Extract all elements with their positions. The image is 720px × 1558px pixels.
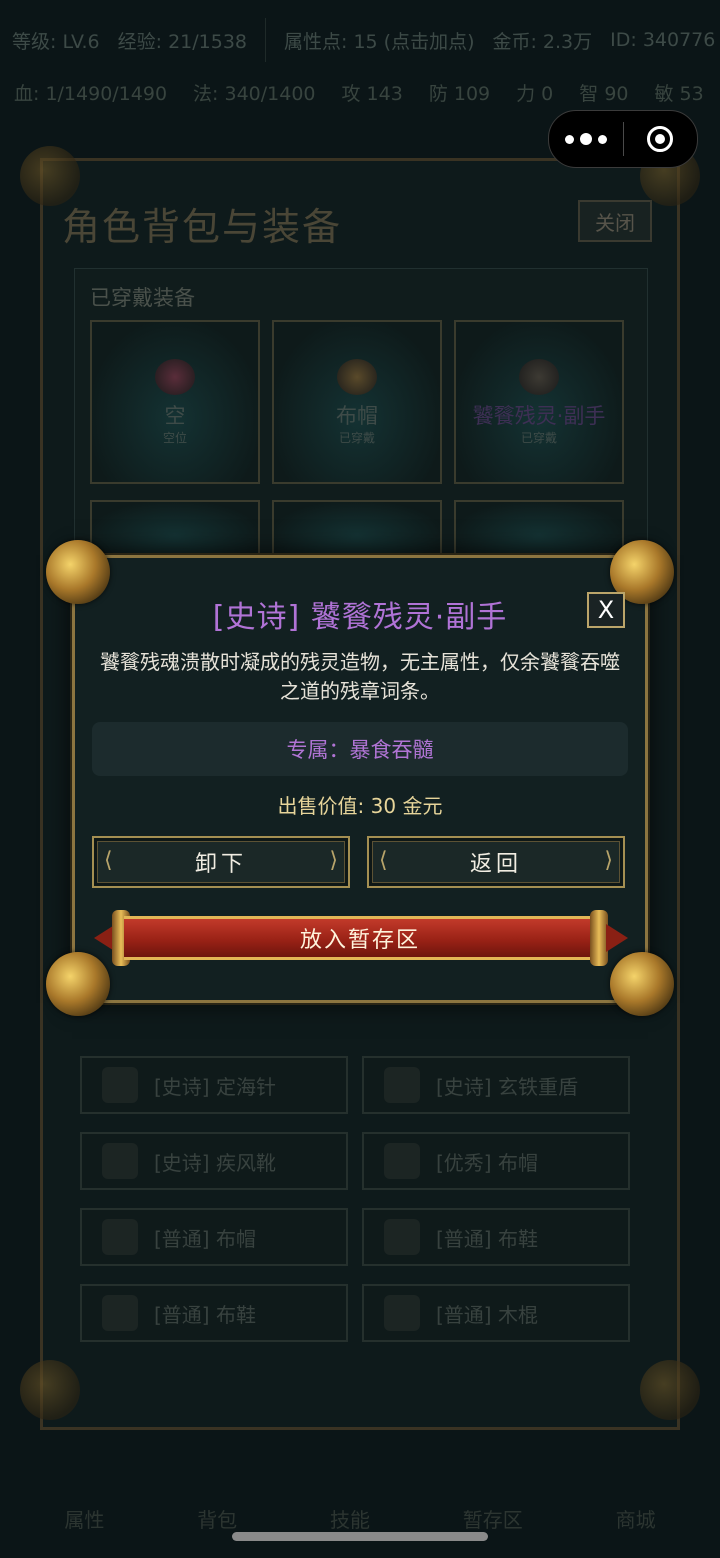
bracket-right-icon: ⟩ [329,848,338,873]
hat-icon [384,1143,420,1179]
inventory-item[interactable]: [普通] 布鞋 [80,1284,348,1342]
inventory-item[interactable]: [普通] 布帽 [80,1208,348,1266]
modal-close-button[interactable]: X [587,592,625,628]
hat-icon [102,1219,138,1255]
equip-slot[interactable] [90,500,260,560]
ornament-corner-icon [20,1360,80,1420]
inventory-item[interactable]: [优秀] 布帽 [362,1132,630,1190]
scroll-tip-icon [606,924,628,952]
boots-icon [102,1143,138,1179]
home-indicator[interactable] [232,1532,488,1541]
item-label: [普通] 布鞋 [154,1302,256,1327]
miniprogram-capsule [548,110,698,168]
panel-title: 角色背包与装备 [62,205,343,249]
stash-button[interactable]: 放入暂存区 [94,910,628,966]
stash-label: 放入暂存区 [124,916,596,960]
intellect-text: 智 90 [579,82,629,105]
exp-text: 经验: 21/1538 [117,30,247,53]
defense-text: 防 109 [428,82,491,105]
more-menu-icon[interactable] [549,133,623,145]
needle-icon [102,1067,138,1103]
hat-icon [337,358,377,395]
unequip-button[interactable]: ⟨ 卸下 ⟩ [92,836,350,888]
item-label: [普通] 木棍 [436,1302,538,1327]
gold-text: 金币: 2.3万 [492,30,593,53]
back-button[interactable]: ⟨ 返回 ⟩ [367,836,625,888]
item-label: [普通] 布鞋 [436,1226,538,1251]
attribute-points-text[interactable]: 属性点: 15 (点击加点) [284,27,474,54]
player-id-text: ID: 340776 [610,29,716,51]
item-label: [普通] 布帽 [154,1226,256,1251]
exclusive-affix: 专属：暴食吞髓 [92,722,628,776]
level-text: 等级: LV.6 [12,30,100,53]
nav-attributes[interactable]: 属性 [64,1504,104,1533]
status-row-primary: 等级: LV.6 经验: 21/1538 属性点: 15 (点击加点) 金币: … [0,18,720,62]
unequip-label: 卸下 [194,852,247,877]
equip-slot[interactable]: 空 空位 [90,320,260,484]
strength-text: 力 0 [516,82,554,105]
equipped-heading: 已穿戴装备 [90,286,195,310]
inventory-item[interactable]: [史诗] 疾风靴 [80,1132,348,1190]
inventory-item[interactable]: [普通] 木棍 [362,1284,630,1342]
panel-close-button[interactable]: 关闭 [578,200,652,242]
status-row-secondary: 血: 1/1490/1490 法: 340/1400 攻 143 防 109 力… [0,74,720,110]
inventory-item[interactable]: [普通] 布鞋 [362,1208,630,1266]
hp-text: 血: 1/1490/1490 [14,82,168,105]
slot-state: 已穿戴 [520,430,557,445]
shield-icon [384,1067,420,1103]
slot-name: 饕餮残灵·副手 [472,403,606,428]
bracket-right-icon: ⟩ [604,848,613,873]
bracket-left-icon: ⟨ [104,848,113,873]
inventory-item[interactable]: [史诗] 定海针 [80,1056,348,1114]
slot-state: 空位 [162,430,187,445]
item-label: [史诗] 玄铁重盾 [436,1074,578,1099]
item-label: [优秀] 布帽 [436,1150,538,1175]
ornament-corner-icon [640,1360,700,1420]
nav-skills[interactable]: 技能 [330,1504,370,1533]
item-label: [史诗] 疾风靴 [154,1150,276,1175]
close-miniprogram-icon[interactable] [624,126,696,152]
back-label: 返回 [469,852,522,877]
equip-slot[interactable] [272,500,442,560]
nav-bag[interactable]: 背包 [197,1504,237,1533]
divider [265,18,266,62]
equip-slot[interactable] [454,500,624,560]
slot-name: 空 [164,403,186,428]
equip-slot[interactable]: 饕餮残灵·副手 已穿戴 [454,320,624,484]
item-description: 饕餮残魂溃散时凝成的残灵造物，无主属性，仅余饕餮吞噬之道的残章词条。 [100,650,620,703]
staff-icon [384,1295,420,1331]
shoe-icon [102,1295,138,1331]
offhand-icon [519,358,559,395]
nav-shop[interactable]: 商城 [616,1504,656,1533]
nav-stash[interactable]: 暂存区 [463,1504,523,1533]
bracket-left-icon: ⟨ [379,848,388,873]
equip-slot[interactable]: 布帽 已穿戴 [272,320,442,484]
slot-state: 已穿戴 [338,430,375,445]
shoe-icon [384,1219,420,1255]
agility-text: 敏 53 [654,82,704,105]
slot-name: 布帽 [336,403,378,428]
item-label: [史诗] 定海针 [154,1074,276,1099]
attack-text: 攻 143 [341,82,403,105]
gourd-icon [155,358,195,395]
inventory-item[interactable]: [史诗] 玄铁重盾 [362,1056,630,1114]
sell-price: 出售价值: 30 金元 [277,794,443,818]
mp-text: 法: 340/1400 [193,82,316,105]
